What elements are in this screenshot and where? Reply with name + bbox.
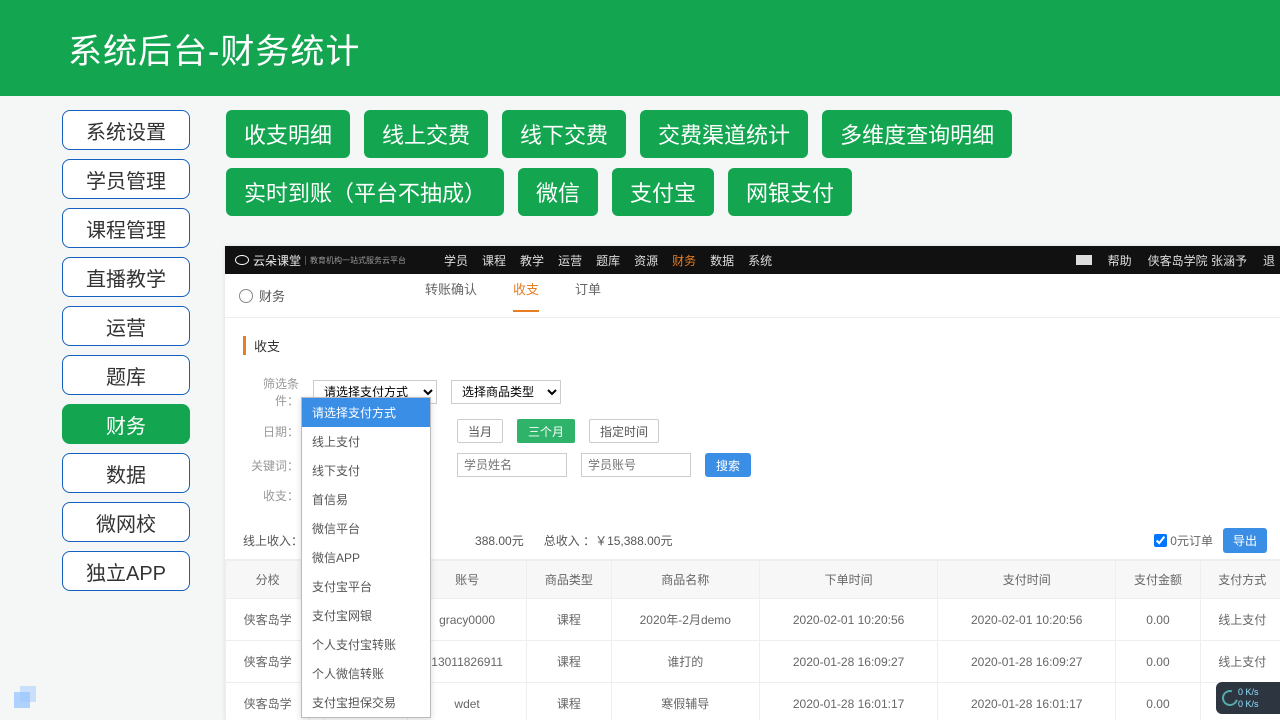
sidebar-item-系统设置[interactable]: 系统设置 <box>62 110 190 150</box>
side-nav: 系统设置学员管理课程管理直播教学运营题库财务数据微网校独立APP <box>62 110 190 591</box>
network-speed-widget: 0 K/s 0 K/s <box>1216 682 1280 714</box>
zero-order-checkbox-label[interactable]: 0元订单 <box>1154 532 1213 549</box>
btn-custom-date[interactable]: 指定时间 <box>589 419 659 443</box>
column-header: 分校 <box>226 561 310 599</box>
sidebar-item-数据[interactable]: 数据 <box>62 453 190 493</box>
decoration-bottom-left <box>14 686 36 708</box>
dropdown-option[interactable]: 请选择支付方式 <box>302 398 430 427</box>
topnav-系统[interactable]: 系统 <box>748 252 772 269</box>
dropdown-option[interactable]: 支付宝平台 <box>302 572 430 601</box>
pill-多维度查询明细[interactable]: 多维度查询明细 <box>822 110 1012 158</box>
topnav-运营[interactable]: 运营 <box>558 252 582 269</box>
cloud-icon <box>235 255 249 265</box>
app-top-nav: 学员课程教学运营题库资源财务数据系统 <box>444 252 772 269</box>
pill-微信[interactable]: 微信 <box>518 168 598 216</box>
sidebar-item-题库[interactable]: 题库 <box>62 355 190 395</box>
payment-method-dropdown[interactable]: 请选择支付方式线上支付线下支付首信易微信平台微信APP支付宝平台支付宝网银个人支… <box>301 397 431 718</box>
btn-current-month[interactable]: 当月 <box>457 419 503 443</box>
column-header: 支付方式 <box>1200 561 1280 599</box>
app-topbar: 云朵课堂教育机构一站式服务云平台 学员课程教学运营题库资源财务数据系统 帮助 侠… <box>225 246 1280 274</box>
logout-link[interactable]: 退 <box>1263 252 1275 269</box>
pill-交费渠道统计[interactable]: 交费渠道统计 <box>640 110 808 158</box>
dropdown-option[interactable]: 个人微信转账 <box>302 659 430 688</box>
sidebar-item-微网校[interactable]: 微网校 <box>62 502 190 542</box>
tab-收支[interactable]: 收支 <box>513 279 539 312</box>
dropdown-option[interactable]: 线下支付 <box>302 456 430 485</box>
topnav-资源[interactable]: 资源 <box>634 252 658 269</box>
tab-订单[interactable]: 订单 <box>575 279 601 312</box>
page-title: 系统后台-财务统计 <box>68 24 360 73</box>
pill-收支明细[interactable]: 收支明细 <box>226 110 350 158</box>
section-title: 收支 <box>243 336 1280 355</box>
org-user[interactable]: 侠客岛学院 张涵予 <box>1148 252 1247 269</box>
input-student-name[interactable] <box>457 453 567 477</box>
topnav-财务[interactable]: 财务 <box>672 252 696 269</box>
dropdown-option[interactable]: 微信平台 <box>302 514 430 543</box>
dropdown-option[interactable]: 微信APP <box>302 543 430 572</box>
column-header: 下单时间 <box>760 561 938 599</box>
user-icon <box>239 289 253 303</box>
topnav-题库[interactable]: 题库 <box>596 252 620 269</box>
zero-order-checkbox[interactable] <box>1154 534 1167 547</box>
btn-three-months[interactable]: 三个月 <box>517 419 575 443</box>
income-partial: 388.00元 <box>475 532 524 549</box>
feature-pills-row1: 收支明细线上交费线下交费交费渠道统计多维度查询明细 <box>226 110 1126 158</box>
column-header: 支付金额 <box>1116 561 1200 599</box>
filters-panel: 筛选条件： 请选择支付方式 选择商品类型 日期： 当月 三个月 指定时间 关键词… <box>225 367 1280 522</box>
sub-tabs: 转账确认 收支 订单 <box>425 279 601 312</box>
label-inout: 收支： <box>243 487 299 504</box>
topnav-学员[interactable]: 学员 <box>444 252 468 269</box>
tab-转账确认[interactable]: 转账确认 <box>425 279 477 312</box>
topnav-数据[interactable]: 数据 <box>710 252 734 269</box>
btn-search[interactable]: 搜索 <box>705 453 751 477</box>
logo-subtitle: 教育机构一站式服务云平台 <box>305 256 406 265</box>
select-goods-type[interactable]: 选择商品类型 <box>451 380 561 404</box>
sidebar-item-财务[interactable]: 财务 <box>62 404 190 444</box>
dropdown-option[interactable]: 支付宝网银 <box>302 601 430 630</box>
column-header: 支付时间 <box>938 561 1116 599</box>
pill-线上交费[interactable]: 线上交费 <box>364 110 488 158</box>
app-logo: 云朵课堂教育机构一站式服务云平台 <box>235 252 406 269</box>
label-date: 日期： <box>243 423 299 440</box>
dropdown-option[interactable]: 个人支付宝转账 <box>302 630 430 659</box>
topnav-教学[interactable]: 教学 <box>520 252 544 269</box>
total-income: 总收入 ：￥15,388.00元 <box>544 532 673 549</box>
sub-section: 财务 <box>259 286 285 305</box>
pill-实时到账（平台不抽成）[interactable]: 实时到账（平台不抽成） <box>226 168 504 216</box>
sidebar-item-课程管理[interactable]: 课程管理 <box>62 208 190 248</box>
pill-支付宝[interactable]: 支付宝 <box>612 168 714 216</box>
label-filter: 筛选条件： <box>243 375 299 409</box>
dropdown-option[interactable]: 支付宝担保交易 <box>302 688 430 717</box>
sidebar-item-独立APP[interactable]: 独立APP <box>62 551 190 591</box>
dropdown-option[interactable]: 首信易 <box>302 485 430 514</box>
pill-线下交费[interactable]: 线下交费 <box>502 110 626 158</box>
column-header: 商品类型 <box>527 561 611 599</box>
help-link[interactable]: 帮助 <box>1108 252 1132 269</box>
feature-pills-row2: 实时到账（平台不抽成） 微信支付宝网银支付 <box>226 168 1126 216</box>
sidebar-item-直播教学[interactable]: 直播教学 <box>62 257 190 297</box>
sidebar-item-学员管理[interactable]: 学员管理 <box>62 159 190 199</box>
column-header: 商品名称 <box>611 561 759 599</box>
topnav-课程[interactable]: 课程 <box>482 252 506 269</box>
pill-网银支付[interactable]: 网银支付 <box>728 168 852 216</box>
input-student-account[interactable] <box>581 453 691 477</box>
mail-icon[interactable] <box>1076 255 1092 265</box>
sidebar-item-运营[interactable]: 运营 <box>62 306 190 346</box>
page-header: 系统后台-财务统计 <box>0 0 1280 96</box>
finance-app-window: 云朵课堂教育机构一站式服务云平台 学员课程教学运营题库资源财务数据系统 帮助 侠… <box>225 246 1280 720</box>
export-button[interactable]: 导出 <box>1223 528 1267 553</box>
app-subbar: 财务 转账确认 收支 订单 <box>225 274 1280 318</box>
label-keyword: 关键词： <box>243 457 299 474</box>
dropdown-option[interactable]: 线上支付 <box>302 427 430 456</box>
